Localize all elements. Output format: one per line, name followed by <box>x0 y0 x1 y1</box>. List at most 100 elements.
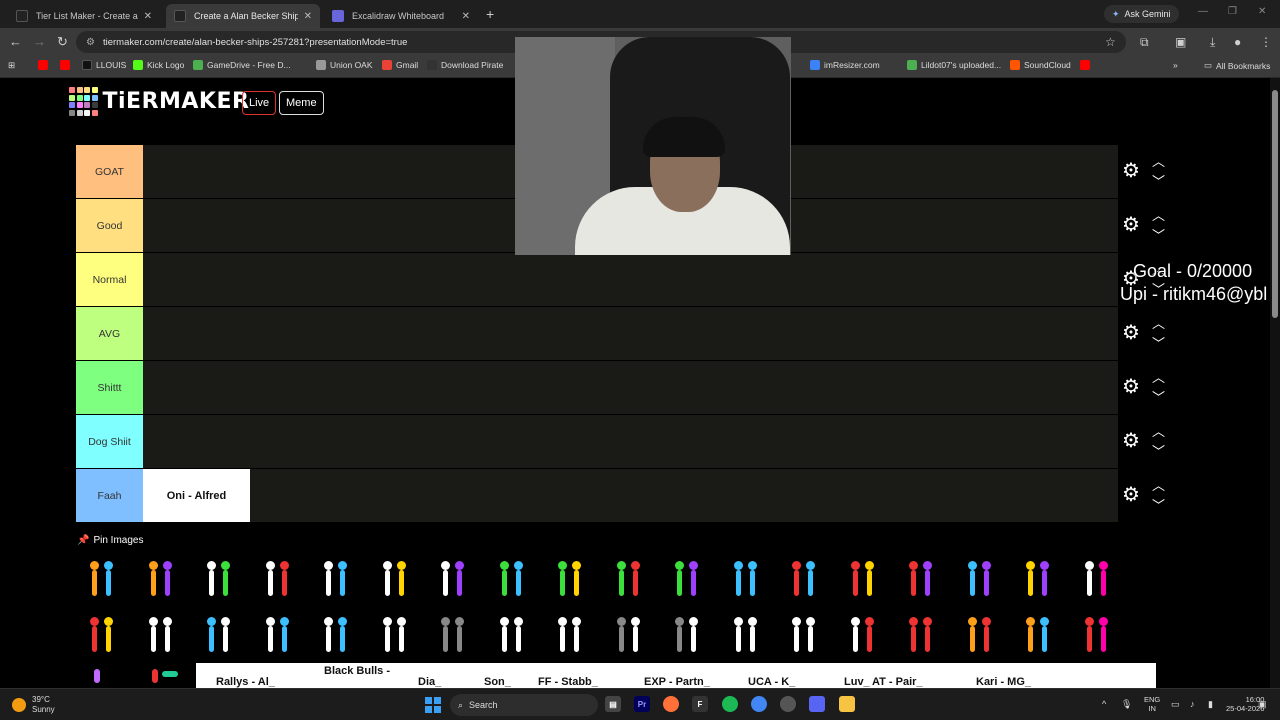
character-thumbnail[interactable] <box>486 552 545 608</box>
character-thumbnail[interactable] <box>193 552 252 608</box>
tier-drop-zone[interactable] <box>143 415 1118 468</box>
extensions-icon[interactable]: ⧉ <box>1140 35 1149 50</box>
character-thumbnail[interactable] <box>427 552 486 608</box>
tier-drop-zone[interactable] <box>143 307 1118 360</box>
gear-icon[interactable]: ⚙ <box>1122 377 1142 397</box>
close-tab-icon[interactable]: ✕ <box>144 11 152 22</box>
file-explorer-icon[interactable] <box>839 696 855 712</box>
character-thumbnail[interactable] <box>135 552 194 608</box>
character-thumbnail[interactable] <box>1012 552 1071 608</box>
gear-icon[interactable]: ⚙ <box>1122 485 1142 505</box>
bookmark-kick-logo[interactable]: Kick Logo <box>133 60 184 70</box>
text-item[interactable]: EXP - Partn_ <box>644 676 710 688</box>
weather-widget[interactable]: 39°C Sunny <box>12 695 55 715</box>
bookmark-youtube[interactable] <box>1080 60 1090 70</box>
site-info-icon[interactable]: ⚙ <box>86 37 95 48</box>
bookmark-download-pirate[interactable]: Download Pirate <box>427 60 503 70</box>
scrollbar-thumb[interactable] <box>1272 90 1278 318</box>
bookmark-imresizer[interactable]: imResizer.com <box>810 60 880 70</box>
tier-item[interactable]: Oni - Alfred <box>143 469 250 522</box>
volume-icon[interactable]: ♪ <box>1190 699 1195 709</box>
chevron-down-icon[interactable]: ﹀ <box>1152 171 1165 190</box>
all-bookmarks-button[interactable]: ▭ All Bookmarks <box>1204 60 1270 71</box>
chevron-up-icon[interactable]: ︿ <box>1152 367 1165 386</box>
character-thumbnail[interactable] <box>369 552 428 608</box>
bookmark-youtube[interactable] <box>60 60 70 70</box>
text-item[interactable]: AT - Pair_ <box>872 676 923 688</box>
bookmark-star-icon[interactable]: ☆ <box>1105 35 1116 49</box>
character-thumbnail[interactable] <box>162 671 178 677</box>
character-thumbnail[interactable] <box>661 552 720 608</box>
character-thumbnail[interactable] <box>1071 552 1130 608</box>
close-tab-icon[interactable]: ✕ <box>304 11 312 22</box>
character-thumbnail[interactable] <box>837 608 896 664</box>
bookmark-youtube[interactable] <box>38 60 48 70</box>
character-thumbnail[interactable] <box>76 608 135 664</box>
character-thumbnail[interactable] <box>544 608 603 664</box>
tab-tier-list-maker[interactable]: Tier List Maker - Create a Tier L ✕ <box>8 4 160 28</box>
fl-studio-icon[interactable]: F <box>692 696 708 712</box>
text-item[interactable]: FF - Stabb_ <box>538 676 598 688</box>
character-thumbnail[interactable] <box>1071 608 1130 664</box>
character-thumbnail[interactable] <box>603 608 662 664</box>
character-thumbnail[interactable] <box>895 608 954 664</box>
chevron-right-icon[interactable]: » <box>1173 60 1178 70</box>
character-thumbnail[interactable] <box>152 669 158 683</box>
reload-icon[interactable]: ↻ <box>57 34 68 50</box>
page-scrollbar[interactable] <box>1270 78 1280 688</box>
character-thumbnail[interactable] <box>135 608 194 664</box>
chevron-down-icon[interactable]: ﹀ <box>1152 387 1165 406</box>
character-thumbnail[interactable] <box>778 608 837 664</box>
tray-chevron-up-icon[interactable]: ^ <box>1102 699 1106 709</box>
character-thumbnail[interactable] <box>1012 608 1071 664</box>
chevron-up-icon[interactable]: ︿ <box>1152 205 1165 224</box>
tier-drop-zone[interactable]: Oni - Alfred <box>143 469 1118 522</box>
text-item[interactable]: Son_ <box>484 676 511 688</box>
tier-label[interactable]: GOAT <box>76 145 143 198</box>
windows-start-icon[interactable] <box>425 697 441 713</box>
apps-grid-icon[interactable]: ⊞ <box>8 60 15 71</box>
firefox-icon[interactable] <box>663 696 679 712</box>
tier-label[interactable]: AVG <box>76 307 143 360</box>
character-thumbnail[interactable] <box>837 552 896 608</box>
character-thumbnail[interactable] <box>310 552 369 608</box>
text-item[interactable]: UCA - K_ <box>748 676 795 688</box>
gear-icon[interactable]: ⚙ <box>1122 323 1142 343</box>
bookmark-gamedrive[interactable]: GameDrive - Free D... <box>193 60 291 70</box>
bookmark-llouis[interactable]: LLOUIS <box>82 60 126 70</box>
tier-drop-zone[interactable] <box>143 253 1118 306</box>
character-thumbnail[interactable] <box>954 608 1013 664</box>
live-button[interactable]: Live <box>242 91 277 115</box>
text-item[interactable]: Kari - MG_ <box>976 676 1031 688</box>
character-thumbnail[interactable] <box>603 552 662 608</box>
character-thumbnail[interactable] <box>720 608 779 664</box>
bookmark-lildot07[interactable]: Lildot07's uploaded... <box>907 60 1001 70</box>
character-thumbnail[interactable] <box>252 608 311 664</box>
chrome-icon[interactable] <box>751 696 767 712</box>
character-thumbnail[interactable] <box>193 608 252 664</box>
chevron-up-icon[interactable]: ︿ <box>1152 313 1165 332</box>
chevron-up-icon[interactable]: ︿ <box>1152 151 1165 170</box>
chevron-down-icon[interactable]: ﹀ <box>1152 495 1165 514</box>
text-item[interactable]: Black Bulls - <box>324 665 390 677</box>
character-thumbnail[interactable] <box>661 608 720 664</box>
menu-kebab-icon[interactable]: ⋮ <box>1260 35 1272 49</box>
discord-icon[interactable] <box>809 696 825 712</box>
battery-icon[interactable]: ▮ <box>1208 699 1213 710</box>
meme-button[interactable]: Meme <box>279 91 324 115</box>
ask-gemini-button[interactable]: ✦ Ask Gemini <box>1104 5 1179 23</box>
character-thumbnail[interactable] <box>369 608 428 664</box>
character-thumbnail[interactable] <box>94 669 100 683</box>
character-thumbnail[interactable] <box>720 552 779 608</box>
gear-icon[interactable]: ⚙ <box>1122 161 1142 181</box>
chevron-down-icon[interactable]: ﹀ <box>1152 441 1165 460</box>
character-thumbnail[interactable] <box>895 552 954 608</box>
premiere-pro-icon[interactable]: Pr <box>634 696 650 712</box>
chevron-down-icon[interactable]: ﹀ <box>1152 333 1165 352</box>
minimize-icon[interactable]: — <box>1198 6 1208 17</box>
sidepanel-icon[interactable]: ▣ <box>1175 35 1186 49</box>
forward-arrow-icon[interactable]: → <box>33 34 46 49</box>
restore-icon[interactable]: ❐ <box>1228 6 1237 17</box>
profile-avatar-icon[interactable]: ● <box>1234 35 1241 49</box>
obs-icon[interactable] <box>780 696 796 712</box>
